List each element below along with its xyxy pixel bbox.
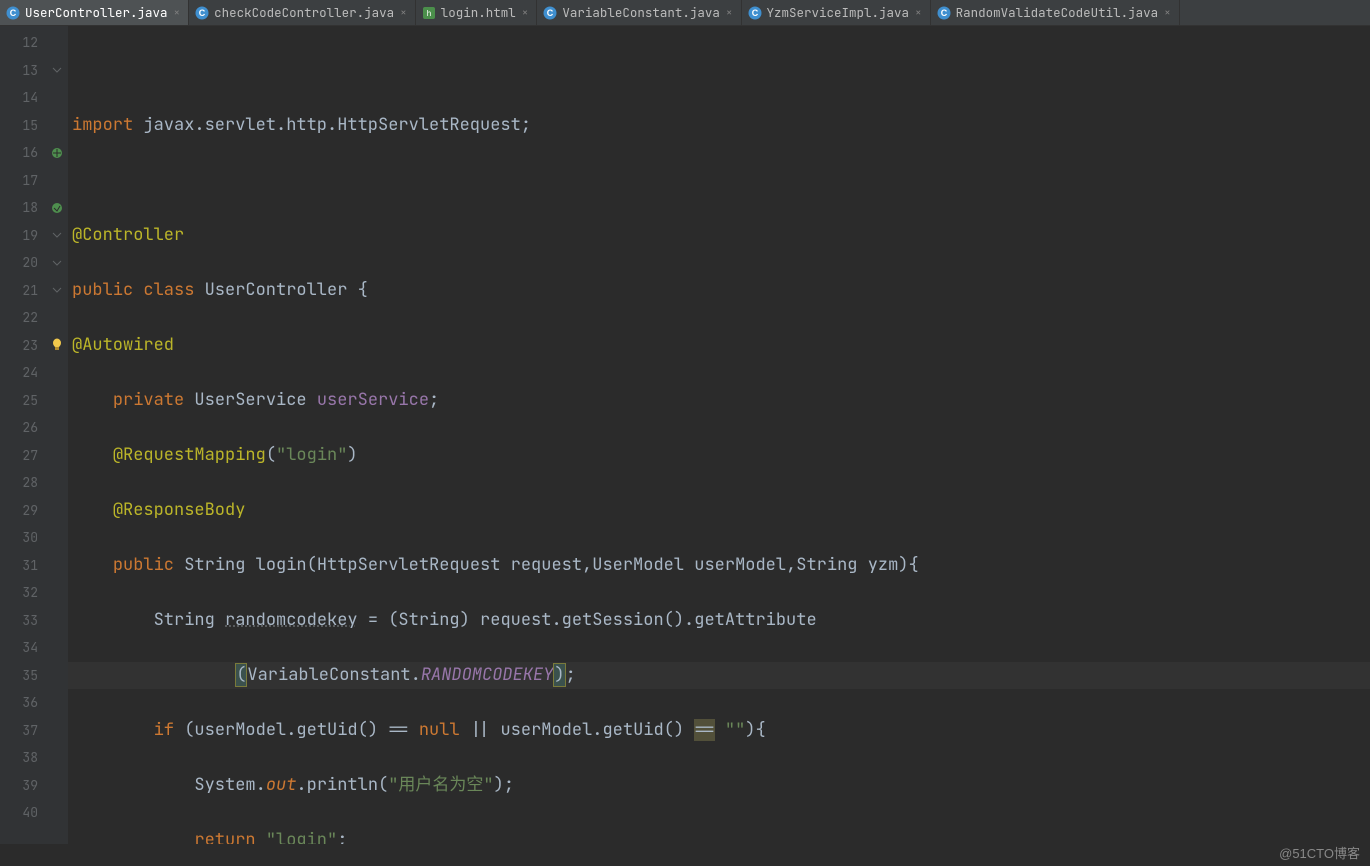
close-icon[interactable]: × (400, 6, 407, 20)
gutter-markers (46, 26, 68, 844)
java-icon: C (937, 6, 951, 20)
html-icon: h (422, 6, 436, 20)
java-icon: C (6, 6, 20, 20)
tab-label: YzmServiceImpl.java (767, 4, 910, 21)
tab-label: login.html (441, 4, 516, 21)
tab-label: VariableConstant.java (562, 4, 720, 21)
close-icon[interactable]: × (1164, 6, 1171, 20)
svg-text:C: C (199, 8, 206, 18)
java-icon: C (748, 6, 762, 20)
svg-text:C: C (751, 8, 758, 18)
close-icon[interactable]: × (915, 6, 922, 20)
svg-text:h: h (427, 9, 431, 18)
svg-text:C: C (547, 8, 554, 18)
watermark: @51CTO博客 (1279, 843, 1360, 862)
lightbulb-icon[interactable] (46, 332, 68, 360)
close-icon[interactable]: × (522, 6, 529, 20)
svg-text:C: C (940, 8, 947, 18)
java-icon: C (543, 6, 557, 20)
code-area[interactable]: import javax.servlet.http.HttpServletReq… (68, 26, 1370, 844)
tab-label: UserController.java (25, 4, 168, 21)
close-icon[interactable]: × (726, 6, 733, 20)
svg-text:C: C (10, 8, 17, 18)
tab-randomvalidatecodeutil[interactable]: C RandomValidateCodeUtil.java × (931, 0, 1180, 25)
tab-label: RandomValidateCodeUtil.java (956, 4, 1159, 21)
close-icon[interactable]: × (174, 6, 181, 20)
tab-checkcodecontroller[interactable]: C checkCodeController.java × (189, 0, 416, 25)
editor-tab-bar: C UserController.java × C checkCodeContr… (0, 0, 1370, 26)
tab-login-html[interactable]: h login.html × (416, 0, 538, 25)
code-editor[interactable]: 1213141516171819202122232425262728293031… (0, 26, 1370, 844)
line-number-gutter: 1213141516171819202122232425262728293031… (0, 26, 46, 844)
tab-label: checkCodeController.java (214, 4, 394, 21)
java-icon: C (195, 6, 209, 20)
tab-usercontroller[interactable]: C UserController.java × (0, 0, 189, 25)
tab-yzmserviceimpl[interactable]: C YzmServiceImpl.java × (742, 0, 931, 25)
tab-variableconstant[interactable]: C VariableConstant.java × (537, 0, 741, 25)
